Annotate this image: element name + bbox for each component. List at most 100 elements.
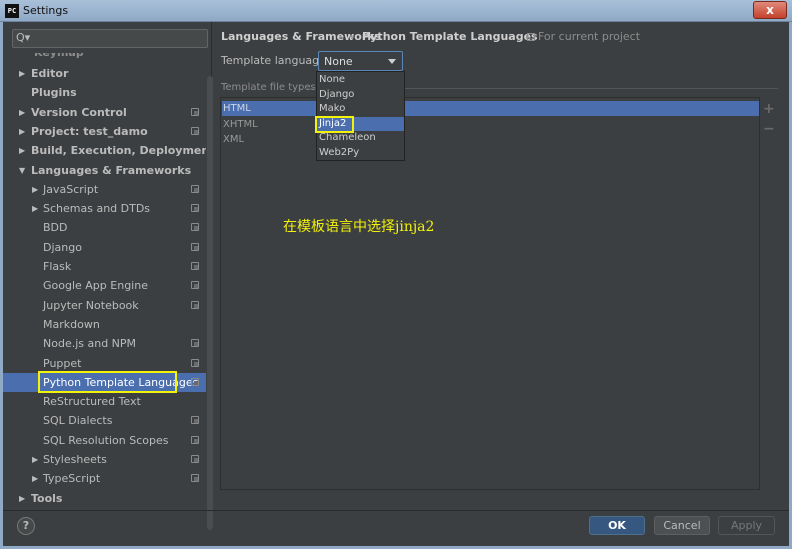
sidebar-item[interactable]: ▶ Schemas and DTDs bbox=[3, 199, 206, 218]
sidebar-item-label: JavaScript bbox=[43, 182, 99, 196]
sidebar-item[interactable]: Puppet bbox=[3, 354, 206, 373]
expand-right-icon[interactable]: ▶ bbox=[19, 489, 25, 508]
sidebar-item[interactable]: ReStructured Text bbox=[3, 392, 206, 411]
sidebar-item-label: Google App Engine bbox=[43, 279, 148, 293]
project-scope-icon bbox=[191, 377, 199, 386]
sidebar-item[interactable]: SQL Resolution Scopes bbox=[3, 431, 206, 450]
file-type-row[interactable]: HTML bbox=[222, 101, 759, 116]
sidebar-item-label: Languages & Frameworks bbox=[31, 163, 192, 177]
sidebar-item[interactable]: ▶ JavaScript bbox=[3, 180, 206, 199]
project-scope-icon bbox=[191, 474, 199, 483]
sidebar-item[interactable]: ▶ Build, Execution, Deployment bbox=[3, 141, 206, 160]
sidebar-item[interactable]: ▶ Tools bbox=[3, 489, 206, 508]
for-current-project-text: For current project bbox=[538, 30, 641, 43]
sidebar-item[interactable]: ▶ Stylesheets bbox=[3, 450, 206, 469]
sidebar-scrollbar[interactable] bbox=[207, 76, 213, 530]
project-scope-icon bbox=[527, 33, 535, 41]
sidebar-item[interactable]: Node.js and NPM bbox=[3, 334, 206, 353]
sidebar-item[interactable]: Plugins bbox=[3, 83, 206, 102]
project-scope-icon bbox=[191, 416, 199, 425]
project-scope-icon bbox=[191, 223, 199, 232]
sidebar-item-label: BDD bbox=[43, 221, 68, 235]
sidebar-item-label: Puppet bbox=[43, 356, 82, 370]
template-language-value: None bbox=[324, 55, 353, 68]
project-scope-icon bbox=[191, 107, 199, 116]
expand-right-icon[interactable]: ▶ bbox=[19, 103, 25, 122]
sidebar-item-label: Editor bbox=[31, 67, 69, 80]
window-title-bar: PC Settings x bbox=[0, 0, 792, 22]
sidebar-item-label: Flask bbox=[43, 260, 72, 273]
sidebar-item-label: Node.js and NPM bbox=[43, 337, 137, 351]
sidebar-item[interactable]: BDD bbox=[3, 218, 206, 237]
ok-button[interactable]: OK bbox=[589, 516, 645, 535]
sidebar-item[interactable]: ▶ TypeScript bbox=[3, 469, 206, 488]
dropdown-option[interactable]: Chameleon bbox=[317, 131, 404, 146]
expand-down-icon[interactable]: ▼ bbox=[19, 161, 25, 180]
annotation-highlight-box bbox=[38, 370, 177, 393]
sidebar-item[interactable]: SQL Dialects bbox=[3, 411, 206, 430]
template-language-select[interactable]: None bbox=[318, 51, 403, 71]
sidebar-item[interactable]: Jupyter Notebook bbox=[3, 296, 206, 315]
settings-search-input[interactable]: Q▾ bbox=[12, 29, 208, 48]
annotation-highlight-box bbox=[315, 115, 354, 133]
sidebar-item-label: Version Control bbox=[31, 105, 127, 119]
project-scope-icon bbox=[191, 455, 199, 463]
add-file-type-button[interactable]: + bbox=[763, 101, 775, 117]
project-scope-icon bbox=[191, 204, 199, 213]
sidebar-item[interactable]: Python Template Languages bbox=[3, 370, 206, 393]
sidebar-item[interactable]: Google App Engine bbox=[3, 276, 206, 295]
expand-right-icon[interactable]: ▶ bbox=[32, 469, 38, 488]
expand-right-icon[interactable]: ▶ bbox=[32, 199, 38, 218]
settings-sidebar: Q▾ Keymap ▶ Editor Plugins ▶ Version Control… bbox=[3, 22, 213, 530]
sidebar-item[interactable]: ▶ Editor bbox=[3, 64, 206, 83]
sidebar-item-label: Plugins bbox=[31, 86, 77, 100]
sidebar-item-label: SQL Dialects bbox=[43, 414, 113, 428]
project-scope-icon bbox=[191, 339, 199, 348]
project-scope-icon bbox=[191, 126, 199, 135]
dropdown-option[interactable]: Django bbox=[317, 88, 404, 103]
settings-tree: Keymap ▶ Editor Plugins ▶ Version Control ▶ Pr… bbox=[3, 53, 206, 508]
template-language-dropdown: None Django Mako Jinja2 Chameleon Web2Py bbox=[315, 71, 405, 161]
help-button[interactable]: ? bbox=[17, 517, 35, 535]
sidebar-item-label: Markdown bbox=[43, 317, 100, 331]
tree-item-partial[interactable]: Keymap bbox=[3, 53, 206, 62]
sidebar-item[interactable]: ▶ Project: test_damo bbox=[3, 122, 206, 141]
project-scope-icon bbox=[191, 262, 199, 270]
template-file-types-list[interactable]: HTML XHTML XML bbox=[220, 97, 760, 490]
sidebar-item[interactable]: ▼ Languages & Frameworks bbox=[3, 161, 206, 180]
sidebar-item-label: SQL Resolution Scopes bbox=[43, 433, 169, 447]
sidebar-item-label: Tools bbox=[31, 491, 63, 505]
sidebar-item[interactable]: Markdown bbox=[3, 315, 206, 334]
expand-right-icon[interactable]: ▶ bbox=[32, 180, 38, 199]
apply-button[interactable]: Apply bbox=[718, 516, 775, 535]
search-icon: Q▾ bbox=[16, 31, 31, 44]
file-type-row[interactable]: XML bbox=[222, 132, 759, 147]
window-title: Settings bbox=[23, 4, 69, 17]
project-scope-icon bbox=[191, 281, 199, 290]
sidebar-item-label: Stylesheets bbox=[43, 453, 107, 466]
dropdown-option[interactable]: Web2Py bbox=[317, 146, 404, 161]
breadcrumb-parent: Languages & Frameworks bbox=[221, 30, 382, 43]
expand-right-icon[interactable]: ▶ bbox=[19, 141, 25, 160]
expand-right-icon[interactable]: ▶ bbox=[19, 122, 25, 141]
remove-file-type-button[interactable]: − bbox=[763, 121, 775, 137]
dropdown-option[interactable]: Mako bbox=[317, 102, 404, 117]
template-language-label: Template language: bbox=[221, 54, 330, 67]
file-type-row[interactable]: XHTML bbox=[222, 117, 759, 132]
sidebar-item-label: TypeScript bbox=[43, 472, 101, 486]
project-scope-icon bbox=[191, 435, 199, 444]
cancel-button[interactable]: Cancel bbox=[654, 516, 710, 535]
expand-right-icon[interactable]: ▶ bbox=[32, 450, 38, 469]
page-title: Python Template Languages bbox=[362, 30, 538, 43]
annotation-text: 在模板语言中选择jinja2 bbox=[283, 219, 435, 235]
window-close-button[interactable]: x bbox=[753, 1, 787, 19]
sidebar-item[interactable]: Flask bbox=[3, 257, 206, 276]
sidebar-item-label: Build, Execution, Deployment bbox=[31, 144, 206, 158]
expand-right-icon[interactable]: ▶ bbox=[19, 64, 25, 83]
dropdown-option[interactable]: None bbox=[317, 73, 404, 88]
sidebar-item-label: Project: test_damo bbox=[31, 124, 148, 138]
breadcrumb-separator: › bbox=[350, 30, 355, 43]
sidebar-item[interactable]: ▶ Version Control bbox=[3, 103, 206, 122]
sidebar-item[interactable]: Django bbox=[3, 238, 206, 257]
footer-divider bbox=[3, 510, 789, 511]
